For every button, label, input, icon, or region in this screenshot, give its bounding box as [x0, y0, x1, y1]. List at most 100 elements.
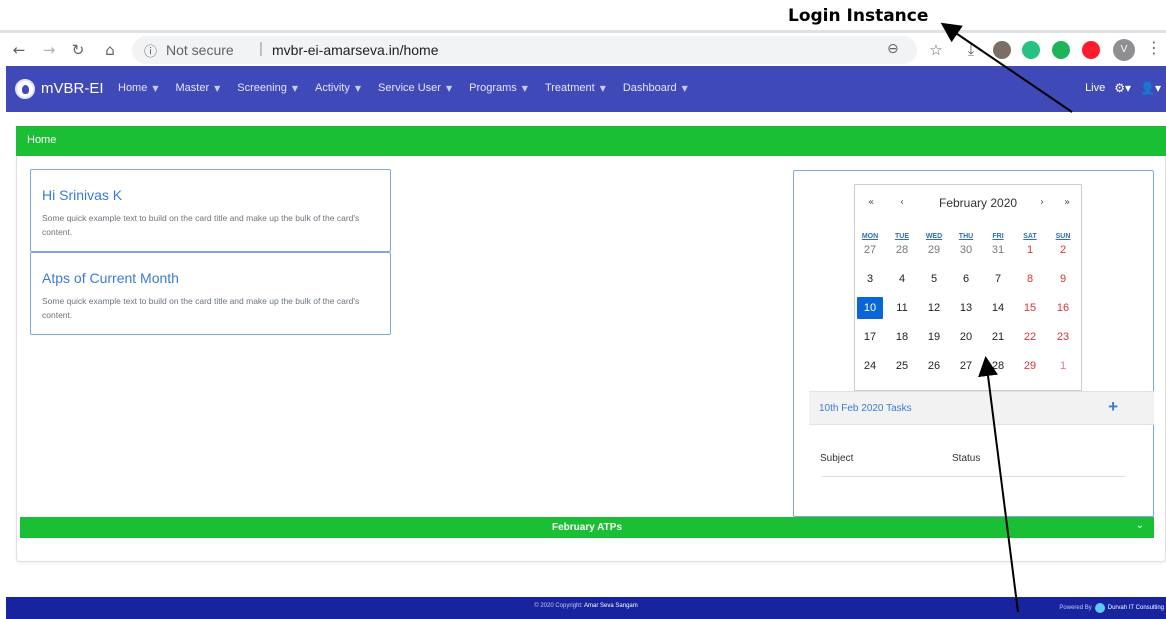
annotation-label: Login Instance	[788, 6, 929, 26]
chevron-down-icon[interactable]: ⌄	[1136, 520, 1144, 531]
calendar-day[interactable]: 1	[1017, 239, 1043, 261]
browser-menu-icon[interactable]: ⋮	[1146, 38, 1162, 57]
footer: © 2020 Copyright: Amar Seva Sangam Power…	[6, 597, 1166, 619]
tasks-header: 10th Feb 2020 Tasks +	[809, 391, 1154, 425]
info-icon[interactable]: ⓘ	[144, 41, 157, 60]
calendar-day[interactable]: 31	[985, 239, 1011, 261]
add-task-button[interactable]: +	[1108, 397, 1118, 417]
card-title: Atps of Current Month	[42, 270, 179, 286]
calendar-day[interactable]: 9	[1050, 268, 1076, 290]
url-separator: |	[259, 40, 263, 57]
column-status: Status	[952, 453, 981, 464]
calendar-day[interactable]: 27	[953, 355, 979, 377]
durvah-logo-icon	[1094, 603, 1105, 613]
footer-org-link[interactable]: Amar Seva Sangam	[584, 603, 638, 609]
menu-treatment[interactable]: Treatment ▼	[545, 82, 606, 94]
next-month-button[interactable]: ›	[1040, 197, 1044, 208]
calendar-day[interactable]: 8	[1017, 268, 1043, 290]
footer-powered-link[interactable]: Durvah IT Consulting	[1108, 605, 1164, 611]
footer-copyright: © 2020 Copyright: Amar Seva Sangam	[534, 603, 638, 609]
calendar: « ‹ February 2020 › » MON TUE WED THU FRI SAT…	[854, 184, 1082, 391]
calendar-month-label[interactable]: February 2020	[939, 196, 1017, 210]
calendar-panel: « ‹ February 2020 › » MON TUE WED THU FRI SAT…	[793, 170, 1154, 517]
menu-master[interactable]: Master ▼	[176, 82, 221, 94]
grammarly-icon[interactable]	[1022, 41, 1040, 59]
calendar-day[interactable]: 28	[889, 239, 915, 261]
calendar-day[interactable]: 6	[953, 268, 979, 290]
security-label: Not secure	[166, 42, 234, 58]
forward-icon[interactable]: →	[38, 39, 60, 61]
calendar-day[interactable]: 30	[953, 239, 979, 261]
calendar-day[interactable]: 29	[1017, 355, 1043, 377]
column-subject: Subject	[820, 453, 854, 464]
calendar-day[interactable]: 25	[889, 355, 915, 377]
next-year-button[interactable]: »	[1064, 197, 1070, 208]
url-text[interactable]: mvbr-ei-amarseva.in/home	[272, 42, 439, 58]
browser-toolbar: ← → ↻ ⌂ ⓘ Not secure | mvbr-ei-amarseva.…	[0, 30, 1166, 66]
caret-down-icon: ▼	[214, 84, 221, 93]
card-text: Some quick example text to build on the …	[42, 296, 360, 320]
chat-extension-icon[interactable]	[1052, 41, 1070, 59]
calendar-day[interactable]: 13	[953, 297, 979, 319]
tasks-title: 10th Feb 2020 Tasks	[819, 403, 912, 414]
bookmark-star-icon[interactable]: ☆	[925, 39, 947, 61]
calendar-day[interactable]: 20	[953, 326, 979, 348]
back-icon[interactable]: ←	[8, 39, 30, 61]
navbar-right: Live ⚙▾ 👤▾	[1085, 81, 1161, 95]
calendar-day[interactable]: 22	[1017, 326, 1043, 348]
atps-card: Atps of Current Month Some quick example…	[30, 252, 391, 335]
calendar-day[interactable]: 15	[1017, 297, 1043, 319]
calendar-day[interactable]: 21	[985, 326, 1011, 348]
calendar-day[interactable]: 29	[921, 239, 947, 261]
download-icon[interactable]: ⤓	[960, 39, 982, 61]
address-bar[interactable]: ⓘ Not secure | mvbr-ei-amarseva.in/home …	[132, 36, 917, 64]
calendar-day[interactable]: 26	[921, 355, 947, 377]
calendar-day[interactable]: 27	[857, 239, 883, 261]
card-title: Hi Srinivas K	[42, 187, 123, 203]
caret-down-icon: ▼	[599, 84, 606, 93]
calendar-day[interactable]: 11	[889, 297, 915, 319]
calendar-day[interactable]: 12	[921, 297, 947, 319]
calendar-day[interactable]: 4	[889, 268, 915, 290]
calendar-day[interactable]: 10	[857, 297, 883, 319]
calendar-day[interactable]: 18	[889, 326, 915, 348]
calendar-day[interactable]: 28	[985, 355, 1011, 377]
calendar-day[interactable]: 3	[857, 268, 883, 290]
prev-year-button[interactable]: «	[868, 197, 874, 208]
reload-icon[interactable]: ↻	[67, 39, 89, 61]
calendar-day[interactable]: 24	[857, 355, 883, 377]
greeting-card: Hi Srinivas K Some quick example text to…	[30, 169, 391, 252]
calendar-day[interactable]: 19	[921, 326, 947, 348]
calendar-day[interactable]: 17	[857, 326, 883, 348]
caret-down-icon: ▼	[521, 84, 528, 93]
prev-month-button[interactable]: ‹	[900, 197, 904, 208]
atp-accordion[interactable]: February ATPs ⌄	[20, 517, 1154, 538]
menu-programs[interactable]: Programs ▼	[469, 82, 528, 94]
settings-cogs-icon[interactable]: ⚙▾	[1114, 81, 1131, 95]
caret-down-icon: ▼	[354, 84, 361, 93]
calendar-day[interactable]: 23	[1050, 326, 1076, 348]
app-logo[interactable]	[15, 79, 35, 99]
calendar-day[interactable]: 1	[1050, 355, 1076, 377]
menu-home[interactable]: Home ▼	[118, 82, 159, 94]
extension-icon[interactable]	[993, 41, 1011, 59]
caret-down-icon: ▼	[291, 84, 298, 93]
zoom-icon[interactable]: ⊖	[887, 41, 899, 57]
calendar-day[interactable]: 14	[985, 297, 1011, 319]
brand-name[interactable]: mVBR-EI	[41, 80, 104, 97]
calendar-day[interactable]: 2	[1050, 239, 1076, 261]
main-menu: Home ▼ Master ▼ Screening ▼ Activity ▼ Servi…	[118, 82, 705, 94]
menu-dashboard[interactable]: Dashboard ▼	[623, 82, 688, 94]
calendar-day[interactable]: 16	[1050, 297, 1076, 319]
page-header-bar: Home	[16, 126, 1166, 156]
menu-service-user[interactable]: Service User ▼	[378, 82, 452, 94]
calendar-day[interactable]: 5	[921, 268, 947, 290]
user-icon[interactable]: 👤▾	[1140, 81, 1161, 95]
menu-activity[interactable]: Activity ▼	[315, 82, 361, 94]
menu-screening[interactable]: Screening ▼	[237, 82, 298, 94]
profile-avatar[interactable]: V	[1113, 39, 1135, 61]
calendar-day[interactable]: 7	[985, 268, 1011, 290]
caret-down-icon: ▼	[445, 84, 453, 93]
opera-icon[interactable]	[1082, 41, 1100, 59]
home-icon[interactable]: ⌂	[99, 39, 121, 61]
